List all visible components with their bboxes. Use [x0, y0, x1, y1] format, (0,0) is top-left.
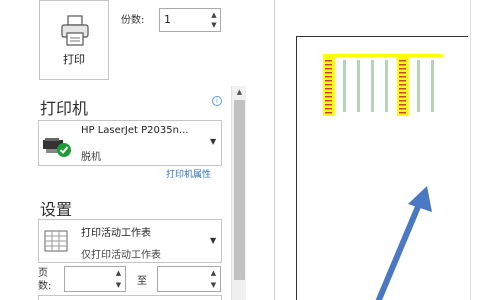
preview-table-thumbnail — [323, 54, 443, 116]
page-to-input[interactable]: ▲ ▼ — [157, 266, 221, 292]
page-from-decrement[interactable]: ▼ — [113, 280, 124, 291]
print-button-label: 打印 — [63, 53, 85, 66]
copies-label: 份数: — [121, 15, 145, 26]
printer-dropdown[interactable]: HP LaserJet P2035n... 脱机 ▼ — [38, 120, 222, 166]
page-to-label: 至 — [137, 276, 147, 287]
copies-stepper[interactable]: 1 ▲ ▼ — [159, 8, 221, 32]
printer-status: 脱机 — [81, 152, 101, 163]
scroll-thumb[interactable] — [234, 100, 245, 280]
printer-offline-icon — [43, 138, 71, 157]
page-from-increment[interactable]: ▲ — [113, 268, 124, 279]
printer-icon — [61, 15, 89, 46]
settings-section-title: 设置 — [40, 200, 73, 219]
annotation-arrow-icon — [375, 186, 432, 300]
preview-right-edge — [470, 0, 480, 300]
copies-value[interactable]: 1 — [164, 13, 171, 26]
scroll-up-button[interactable]: ▲ — [232, 86, 247, 98]
sheet-grid-icon — [44, 230, 68, 252]
print-scope-title: 打印活动工作表 — [81, 228, 151, 239]
print-scope-dropdown[interactable]: 打印活动工作表 仅打印活动工作表 ▼ — [38, 219, 222, 263]
page-to-increment[interactable]: ▲ — [208, 268, 219, 279]
copies-increment-button[interactable]: ▲ — [208, 10, 220, 20]
pages-label: 页数: — [38, 268, 52, 292]
page-from-input[interactable]: ▲ ▼ — [64, 266, 126, 292]
page-to-decrement[interactable]: ▼ — [208, 280, 219, 291]
printer-section-title: 打印机 — [40, 99, 89, 118]
printer-name: HP LaserJet P2035n... — [81, 125, 189, 136]
print-scope-description: 仅打印活动工作表 — [81, 250, 161, 261]
chevron-down-icon: ▼ — [210, 137, 217, 146]
chevron-down-icon: ▼ — [210, 236, 217, 245]
print-button[interactable]: 打印 — [39, 0, 109, 80]
printer-properties-link[interactable]: 打印机属性 — [166, 167, 211, 180]
info-icon[interactable]: i — [212, 96, 222, 106]
next-setting-dropdown[interactable] — [38, 295, 222, 300]
settings-scrollbar[interactable]: ▲ — [231, 86, 246, 300]
copies-decrement-button[interactable]: ▼ — [208, 20, 220, 30]
